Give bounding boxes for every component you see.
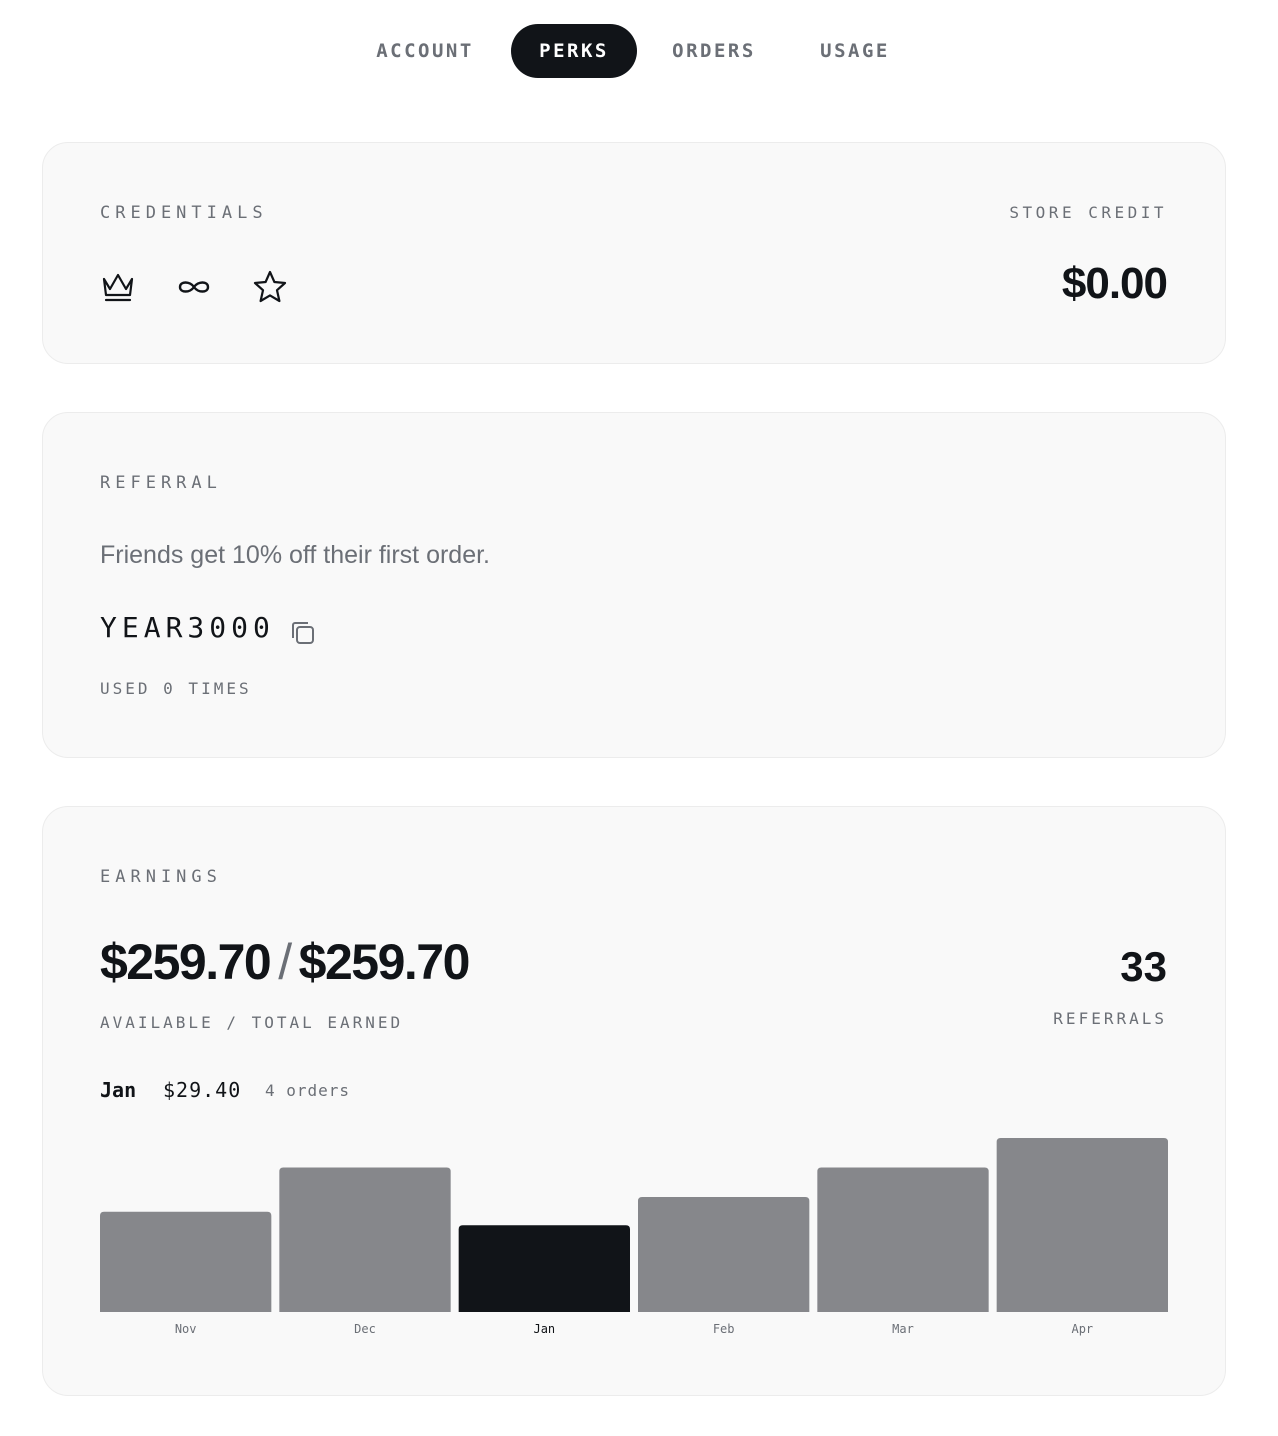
earnings-bar-chart: Nov Dec Jan Feb Mar Apr: [100, 1132, 1168, 1342]
earnings-amounts: $259.70/$259.70: [100, 933, 471, 991]
credentials-card: CREDENTIALS STORE CREDIT $0.00: [42, 142, 1226, 364]
referral-card: REFERRAL Friends get 10% off their first…: [42, 412, 1226, 758]
copy-icon[interactable]: [287, 617, 319, 649]
tick-label-dec: Dec: [354, 1322, 376, 1336]
total-earned-amount: $259.70: [298, 934, 471, 990]
tab-usage[interactable]: USAGE: [806, 24, 904, 78]
available-amount: $259.70: [100, 934, 272, 990]
tick-label-nov: Nov: [175, 1322, 197, 1336]
credentials-label: CREDENTIALS: [100, 203, 268, 223]
star-icon: [252, 269, 288, 305]
tab-orders[interactable]: ORDERS: [660, 24, 768, 78]
store-credit-value: $0.00: [1061, 259, 1168, 308]
referral-used-count: USED 0 TIMES: [100, 679, 252, 698]
tab-account[interactable]: ACCOUNT: [362, 24, 488, 78]
bar-dec[interactable]: [279, 1167, 451, 1312]
crown-icon: [100, 269, 136, 305]
tab-perks[interactable]: PERKS: [511, 24, 637, 78]
referral-code[interactable]: YEAR3000: [100, 611, 275, 644]
tick-label-mar: Mar: [892, 1322, 914, 1336]
referral-label: REFERRAL: [100, 473, 222, 493]
bar-mar[interactable]: [817, 1167, 989, 1312]
bar-apr[interactable]: [996, 1138, 1168, 1312]
referrals-label: REFERRALS: [1053, 1009, 1167, 1028]
bar-feb[interactable]: [638, 1196, 810, 1312]
bar-jan[interactable]: [458, 1225, 630, 1312]
selected-month: Jan: [100, 1078, 137, 1102]
bar-nov[interactable]: [100, 1211, 272, 1312]
selected-month-orders: 4 orders: [265, 1081, 351, 1100]
amount-separator: /: [278, 934, 292, 990]
infinity-icon: [176, 269, 212, 305]
tick-label-jan: Jan: [533, 1322, 555, 1336]
amounts-caption: AVAILABLE / TOTAL EARNED: [100, 1013, 404, 1032]
earnings-label: EARNINGS: [100, 867, 222, 887]
tick-label-feb: Feb: [713, 1322, 735, 1336]
earnings-card: EARNINGS $259.70/$259.70 AVAILABLE / TOT…: [42, 806, 1226, 1396]
referral-description: Friends get 10% off their first order.: [100, 541, 491, 569]
referrals-count: 33: [1120, 943, 1167, 990]
tab-nav: ACCOUNT PERKS ORDERS USAGE: [0, 24, 1278, 78]
store-credit-label: STORE CREDIT: [1009, 203, 1167, 222]
selected-month-value: $29.40: [163, 1078, 242, 1102]
tick-label-apr: Apr: [1071, 1322, 1093, 1336]
